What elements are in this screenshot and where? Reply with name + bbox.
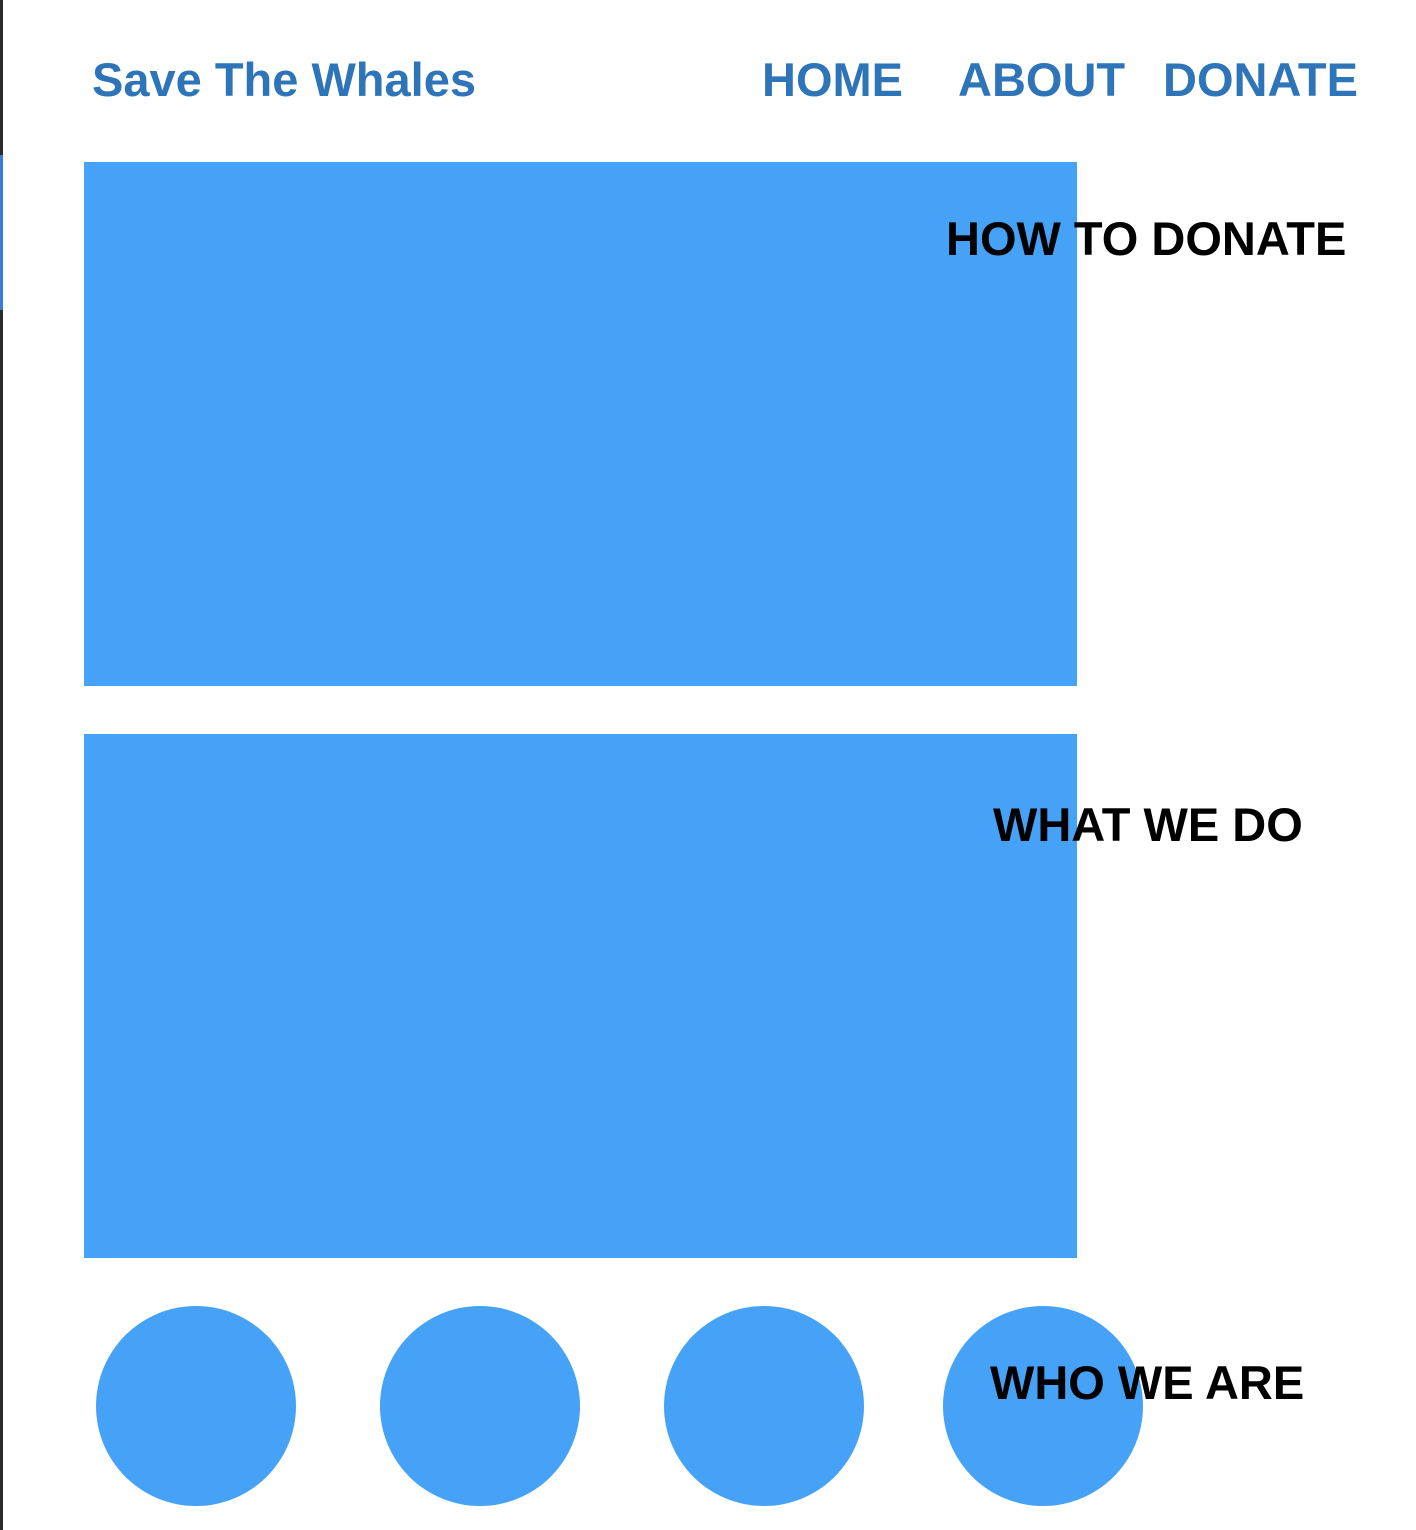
how-to-donate-image-placeholder [84, 162, 1077, 686]
team-avatar-placeholder [380, 1306, 580, 1506]
team-avatar-placeholder [96, 1306, 296, 1506]
what-we-do-image-placeholder [84, 734, 1077, 1258]
window-left-edge-accent [0, 155, 3, 310]
nav-about-link[interactable]: ABOUT [958, 52, 1125, 108]
what-we-do-heading: WHAT WE DO [993, 798, 1303, 851]
who-we-are-heading: WHO WE ARE [990, 1356, 1305, 1409]
site-brand-link[interactable]: Save The Whales [92, 52, 476, 108]
nav-donate-link[interactable]: DONATE [1163, 52, 1358, 108]
how-to-donate-heading: HOW TO DONATE [946, 212, 1347, 265]
team-avatar-placeholder [664, 1306, 864, 1506]
nav-home-link[interactable]: HOME [762, 52, 903, 108]
